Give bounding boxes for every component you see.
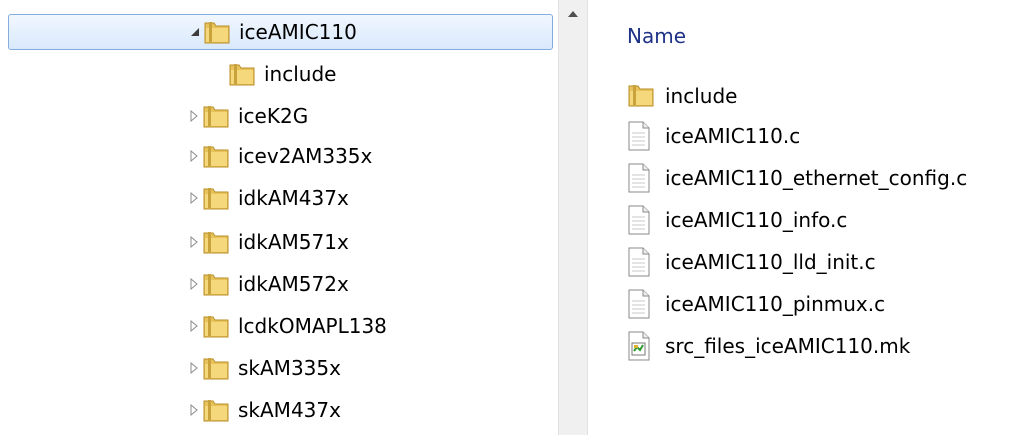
tree-item-label: lcdkOMAPL138: [238, 314, 387, 338]
scroll-up-button[interactable]: [559, 0, 587, 28]
tree-item-label: skAM335x: [238, 356, 341, 380]
tree-item-label: idkAM571x: [238, 230, 349, 254]
file-icon: [627, 205, 655, 235]
collapsed-arrow-icon[interactable]: [186, 108, 202, 124]
file-icon: [627, 163, 655, 193]
tree-item-skam437x[interactable]: skAM437x: [186, 392, 341, 428]
list-item-ethernet-config[interactable]: iceAMIC110_ethernet_config.c: [627, 160, 967, 196]
folder-icon: [202, 143, 230, 169]
collapsed-arrow-icon[interactable]: [186, 148, 202, 164]
list-item-lld-init[interactable]: iceAMIC110_lld_init.c: [627, 244, 876, 280]
list-item-label: iceAMIC110_pinmux.c: [665, 292, 886, 316]
folder-icon: [202, 103, 230, 129]
tree-item-label: icev2AM335x: [238, 144, 373, 168]
folder-icon: [228, 61, 256, 87]
folder-icon: [627, 81, 655, 111]
list-item-label: src_files_iceAMIC110.mk: [665, 334, 911, 358]
tree-item-idkam572x[interactable]: idkAM572x: [186, 266, 349, 302]
tree-item-label: iceK2G: [238, 104, 309, 128]
file-list: Name include iceAMIC110.c iceAMIC110_eth…: [589, 0, 1036, 435]
tree-item-icek2g[interactable]: iceK2G: [186, 98, 308, 134]
tree-item-icev2am335x[interactable]: icev2AM335x: [186, 138, 372, 174]
explorer-window: iceAMIC110 include iceK2G icev2AM335x id…: [0, 0, 1036, 435]
tree-item-skam335x[interactable]: skAM335x: [186, 350, 341, 386]
tree-item-iceamic110[interactable]: iceAMIC110: [8, 14, 553, 50]
name-column-header[interactable]: Name: [627, 24, 686, 48]
folder-icon: [202, 355, 230, 381]
tree-item-label: include: [264, 62, 337, 86]
tree-item-label: idkAM437x: [238, 186, 349, 210]
folder-icon: [202, 229, 230, 255]
folder-icon: [202, 313, 230, 339]
collapsed-arrow-icon[interactable]: [186, 190, 202, 206]
list-item-iceamic110-c[interactable]: iceAMIC110.c: [627, 118, 800, 154]
list-item-pinmux[interactable]: iceAMIC110_pinmux.c: [627, 286, 885, 322]
tree-scrollbar[interactable]: [558, 0, 588, 435]
list-item-label: iceAMIC110_info.c: [665, 208, 848, 232]
tree-item-include[interactable]: include: [228, 56, 336, 92]
file-icon: [627, 121, 655, 151]
folder-icon: [203, 19, 231, 45]
up-arrow-icon: [568, 11, 578, 17]
list-item-makefile[interactable]: src_files_iceAMIC110.mk: [627, 328, 910, 364]
file-icon: [627, 247, 655, 277]
file-icon: [627, 289, 655, 319]
collapsed-arrow-icon[interactable]: [186, 360, 202, 376]
collapsed-arrow-icon[interactable]: [186, 402, 202, 418]
tree-item-label: idkAM572x: [238, 272, 349, 296]
collapsed-arrow-icon[interactable]: [186, 318, 202, 334]
tree-item-idkam437x[interactable]: idkAM437x: [186, 180, 349, 216]
collapsed-arrow-icon[interactable]: [186, 234, 202, 250]
expanded-arrow-icon[interactable]: [187, 24, 203, 40]
list-item-label: iceAMIC110.c: [665, 124, 801, 148]
tree-item-lcdkomapl138[interactable]: lcdkOMAPL138: [186, 308, 387, 344]
list-item-info[interactable]: iceAMIC110_info.c: [627, 202, 847, 238]
list-item-label: include: [665, 84, 738, 108]
tree-item-label: skAM437x: [238, 398, 341, 422]
list-item-label: iceAMIC110_lld_init.c: [665, 250, 876, 274]
makefile-icon: [627, 331, 655, 361]
folder-icon: [202, 271, 230, 297]
folder-icon: [202, 397, 230, 423]
tree-item-label: iceAMIC110: [239, 20, 357, 44]
list-item-include[interactable]: include: [627, 78, 737, 114]
collapsed-arrow-icon[interactable]: [186, 276, 202, 292]
tree-item-idkam571x[interactable]: idkAM571x: [186, 224, 349, 260]
folder-icon: [202, 185, 230, 211]
folder-tree: iceAMIC110 include iceK2G icev2AM335x id…: [0, 0, 558, 435]
list-item-label: iceAMIC110_ethernet_config.c: [665, 166, 968, 190]
